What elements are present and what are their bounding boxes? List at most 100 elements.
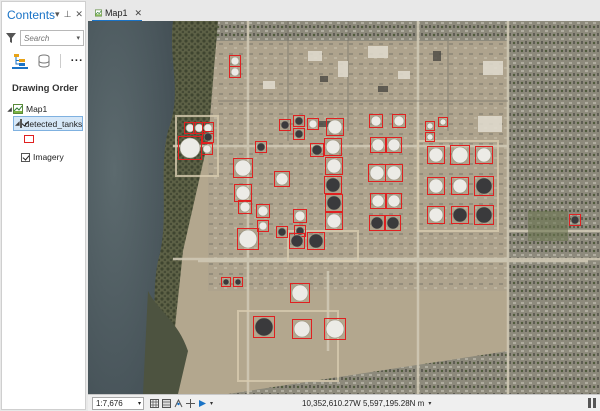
storage-tank <box>258 221 268 231</box>
storage-tank <box>202 144 212 154</box>
map-view[interactable] <box>88 21 600 394</box>
search-dropdown-icon[interactable]: ▾ <box>76 34 80 42</box>
tree-item-map[interactable]: ◢ Map1 <box>2 102 85 116</box>
grid-icon[interactable] <box>150 398 159 408</box>
storage-tank <box>426 133 434 141</box>
storage-tank <box>230 56 240 66</box>
view-tab-bar: Map1 ✕ <box>88 1 600 21</box>
storage-tank <box>370 216 384 230</box>
table-icon[interactable] <box>162 398 171 408</box>
list-by-data-source-button[interactable] <box>36 53 52 69</box>
storage-tank <box>326 158 342 174</box>
map-name: Map1 <box>26 104 48 114</box>
storage-tank <box>426 122 434 130</box>
layer-tree: ◢ Map1 ◢ detected_tanks Imagery <box>2 102 85 164</box>
list-by-drawing-order-button[interactable] <box>12 53 28 69</box>
storage-tank <box>325 139 341 155</box>
tree-item-imagery[interactable]: Imagery <box>2 150 85 164</box>
storage-tank <box>452 178 468 194</box>
imagery-canvas[interactable] <box>88 21 600 394</box>
storage-tank <box>326 195 342 211</box>
storage-tank <box>325 177 341 193</box>
storage-tank <box>308 233 324 249</box>
storage-tank <box>393 115 405 127</box>
storage-tank <box>275 172 289 186</box>
storage-tank <box>476 147 492 163</box>
layer-visibility-checkbox[interactable] <box>19 119 22 128</box>
filter-icon[interactable] <box>6 33 16 43</box>
storage-tank <box>428 147 444 163</box>
storage-tank <box>222 278 230 286</box>
storage-tank <box>294 116 304 126</box>
storage-tank <box>291 284 309 302</box>
cursor-coordinates: 10,352,610.27W 5,597,195.28N m <box>302 398 425 408</box>
storage-tank <box>179 137 201 159</box>
storage-tank <box>451 146 469 164</box>
storage-tank <box>290 234 304 248</box>
storage-tank <box>234 278 242 286</box>
storage-tank <box>387 194 401 208</box>
drawing-order-heading: Drawing Order <box>12 83 78 94</box>
storage-tank <box>428 178 444 194</box>
storage-tank <box>327 119 343 135</box>
tree-item-detected-tanks[interactable]: ◢ detected_tanks <box>13 116 83 131</box>
storage-tank <box>280 120 290 130</box>
storage-tank <box>235 185 251 201</box>
navigate-icon[interactable] <box>186 398 195 408</box>
collapse-arrow-icon[interactable]: ◢ <box>6 106 13 113</box>
storage-tank <box>371 194 385 208</box>
map-icon <box>13 104 23 114</box>
storage-tank <box>257 205 269 217</box>
ellipsis-icon: ··· <box>70 55 84 67</box>
storage-tank <box>325 319 345 339</box>
pause-drawing-icon[interactable] <box>198 399 207 408</box>
storage-tank <box>387 138 401 152</box>
layer-name: Imagery <box>33 152 64 162</box>
storage-tank <box>428 207 444 223</box>
snapping-icon[interactable] <box>174 398 183 408</box>
scale-selector[interactable]: 1:7,676 ▾ <box>92 396 144 410</box>
tools-dropdown-icon[interactable]: ▾ <box>210 400 213 407</box>
storage-tank <box>475 177 493 195</box>
storage-tank <box>570 215 580 225</box>
contents-titlebar: Contents ▾ ⊥ ✕ <box>2 2 85 27</box>
scale-value: 1:7,676 <box>96 398 123 408</box>
storage-tank <box>452 207 468 223</box>
pause-rendering-button[interactable] <box>588 398 598 408</box>
status-bar: 1:7,676 ▾ ▾ 10,352,610.27W 5,597,195.28N… <box>88 394 600 411</box>
options-chevron-icon[interactable]: ▾ <box>55 9 60 20</box>
storage-tank <box>254 317 274 337</box>
contents-toolbar: ··· <box>2 50 85 72</box>
close-icon[interactable]: ✕ <box>75 9 83 20</box>
layer-visibility-checkbox[interactable] <box>21 152 30 162</box>
storage-tank <box>256 142 266 152</box>
storage-tank <box>439 118 447 126</box>
close-tab-icon[interactable]: ✕ <box>134 8 142 19</box>
map-icon <box>95 9 102 17</box>
scale-dropdown-icon[interactable]: ▾ <box>138 400 141 407</box>
search-input[interactable] <box>24 33 68 43</box>
storage-tank <box>370 115 382 127</box>
search-field[interactable]: ▾ <box>20 30 84 46</box>
polygon-symbol-swatch[interactable] <box>24 135 34 143</box>
drawing-order-icon <box>14 54 25 66</box>
pin-icon[interactable]: ⊥ <box>64 9 72 20</box>
storage-tank <box>239 201 251 213</box>
storage-tank <box>194 123 204 133</box>
storage-tank <box>294 210 306 222</box>
tab-label: Map1 <box>104 8 128 18</box>
storage-tank <box>293 320 311 338</box>
storage-tank <box>311 144 323 156</box>
contents-title: Contents <box>7 7 56 22</box>
tab-map1[interactable]: Map1 ✕ <box>92 5 142 21</box>
storage-tank <box>369 165 385 181</box>
storage-tank <box>230 67 240 77</box>
coordinate-format-dropdown-icon[interactable]: ▾ <box>428 400 431 407</box>
storage-tank <box>234 159 252 177</box>
storage-tank <box>371 138 385 152</box>
storage-tank <box>308 119 318 129</box>
storage-tank <box>203 132 213 142</box>
storage-tank <box>203 123 213 133</box>
more-options-button[interactable]: ··· <box>69 53 85 69</box>
storage-tank <box>326 213 342 229</box>
